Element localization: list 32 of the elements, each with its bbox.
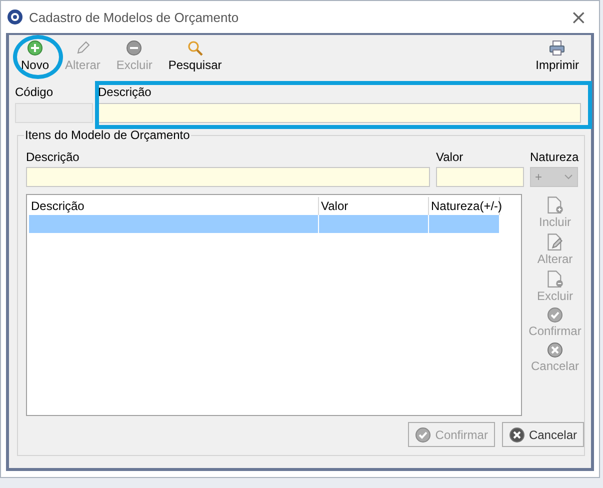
x-circle-icon — [508, 426, 525, 442]
toolbar-button[interactable]: Pesquisar — [160, 35, 230, 75]
table-cell[interactable] — [429, 215, 500, 233]
field-label: Código — [15, 85, 54, 99]
document-icon — [546, 233, 564, 251]
printer-icon — [549, 40, 566, 56]
pencil-icon — [74, 40, 91, 56]
search-icon — [187, 40, 204, 56]
field-label: Descrição — [26, 150, 80, 164]
minus-circle-icon — [126, 40, 142, 56]
document-icon — [546, 196, 564, 214]
toolbar-button[interactable]: Imprimir — [528, 35, 587, 75]
table-cell[interactable] — [319, 215, 429, 233]
window-title: Cadastro de Modelos de Orçamento — [29, 10, 240, 24]
value-field[interactable] — [436, 167, 524, 187]
chevron-down-icon — [564, 174, 573, 180]
cancel-button[interactable]: Cancelar — [502, 422, 584, 447]
check-circle-icon — [547, 307, 563, 323]
app-logo-icon — [7, 9, 23, 25]
document-icon — [546, 270, 564, 288]
toolbar-button[interactable]: Novo — [13, 35, 58, 75]
description-field[interactable] — [98, 103, 581, 123]
check-circle-icon — [415, 426, 432, 442]
item-description-field[interactable] — [26, 167, 430, 187]
field-label: Natureza — [530, 150, 578, 164]
group-title: Itens do Modelo de Orçamento — [24, 128, 191, 142]
table-cell[interactable] — [29, 215, 319, 233]
field-label: Descrição — [98, 85, 152, 99]
field-label: Valor — [436, 150, 464, 164]
plus-circle-icon — [27, 40, 43, 56]
close-button[interactable]: × — [564, 7, 593, 27]
x-circle-icon — [547, 342, 563, 358]
